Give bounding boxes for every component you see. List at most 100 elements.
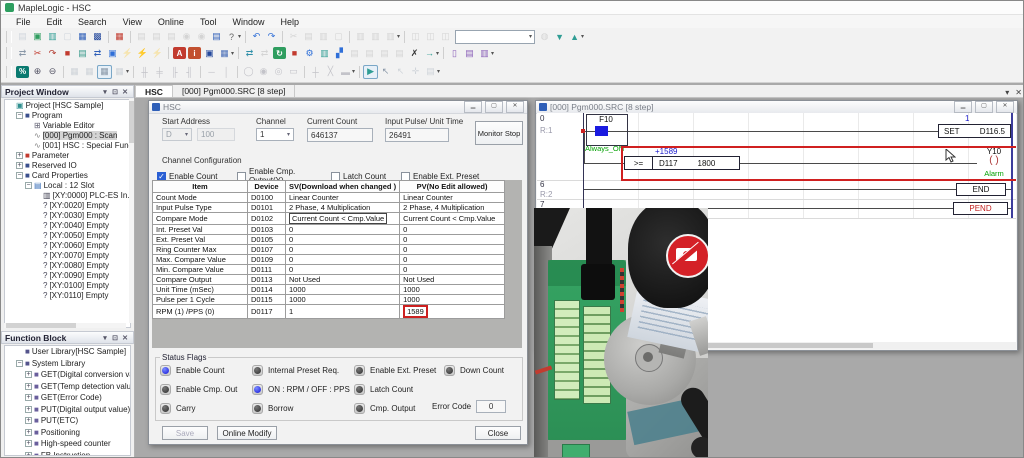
pan-icon[interactable]: ✛ bbox=[408, 65, 423, 79]
menu-online[interactable]: Online bbox=[151, 17, 191, 27]
tree-item-xy-0070-empty[interactable]: ?[XY:0070] Empty bbox=[5, 250, 130, 260]
contact-energized-indicator[interactable] bbox=[595, 126, 608, 136]
used-device-icon[interactable]: ◫ bbox=[438, 30, 453, 44]
cell-item[interactable]: Input Pulse Type bbox=[153, 203, 248, 213]
coil-set-icon[interactable]: ◉ bbox=[256, 65, 271, 79]
next-view-icon[interactable]: ◉ bbox=[194, 30, 209, 44]
tree-item-get-temp-detection-value[interactable]: +■GET(Temp detection value) bbox=[5, 381, 130, 393]
cell-sv[interactable]: 0 bbox=[286, 265, 400, 275]
module-grid-icon[interactable]: ▦ bbox=[112, 30, 127, 44]
tab-list-dropdown-icon[interactable]: ▾ bbox=[1002, 88, 1012, 97]
tree-item-high-speed-counter[interactable]: +■High-speed counter bbox=[5, 438, 130, 450]
tree-item-local-12-slot[interactable]: −▤Local : 12 Slot bbox=[5, 180, 130, 190]
cell-sv[interactable]: Linear Counter bbox=[286, 193, 400, 203]
cell-device[interactable]: D0102 bbox=[248, 213, 286, 225]
tree-item-xy-0080-empty[interactable]: ?[XY:0080] Empty bbox=[5, 260, 130, 270]
set-instruction-block[interactable]: SETD116.5 bbox=[938, 124, 1011, 138]
tree-item-xy-0110-empty[interactable]: ?[XY:0110] Empty bbox=[5, 290, 130, 300]
coil-reset-icon[interactable]: ◎ bbox=[271, 65, 286, 79]
info-log-icon[interactable]: i bbox=[188, 47, 201, 59]
cell-device[interactable]: D0105 bbox=[248, 235, 286, 245]
expand-icon[interactable]: + bbox=[25, 440, 32, 447]
properties-icon[interactable]: ▣ bbox=[202, 46, 217, 60]
tree-item-reserved-io[interactable]: +■Reserved IO bbox=[5, 160, 130, 170]
menu-help[interactable]: Help bbox=[273, 17, 306, 27]
doc1-icon[interactable]: ▤ bbox=[347, 46, 362, 60]
tree-item-user-library-hsc-sample[interactable]: ■User Library[HSC Sample] bbox=[5, 346, 130, 358]
zoom-in-icon[interactable]: ⊕ bbox=[30, 65, 45, 79]
panel-dropdown-icon[interactable]: ▾ bbox=[100, 88, 110, 96]
collapse-icon[interactable]: − bbox=[25, 182, 32, 189]
tree-item-system-library[interactable]: −■System Library bbox=[5, 358, 130, 370]
hsc-dialog-titlebar[interactable]: HSC ▁ ▢ ✕ bbox=[149, 101, 527, 114]
current-count-value[interactable]: 646137 bbox=[307, 128, 373, 142]
close-all-icon[interactable]: ✗ bbox=[407, 46, 422, 60]
cell-device[interactable]: D0107 bbox=[248, 245, 286, 255]
import-icon[interactable]: ▤ bbox=[134, 30, 149, 44]
menu-file[interactable]: File bbox=[9, 17, 38, 27]
cell-item[interactable]: Count Mode bbox=[153, 193, 248, 203]
cell-device[interactable]: D0103 bbox=[248, 225, 286, 235]
doc2-icon[interactable]: ▤ bbox=[362, 46, 377, 60]
contact-rise-icon[interactable]: ╟ bbox=[167, 65, 182, 79]
cell-device[interactable]: D0117 bbox=[248, 305, 286, 319]
tree-item-xy-0050-empty[interactable]: ?[XY:0050] Empty bbox=[5, 230, 130, 240]
save-icon[interactable]: ▦ bbox=[75, 30, 90, 44]
maximize-icon[interactable]: ▢ bbox=[485, 101, 503, 113]
tree-item-program[interactable]: −■Program bbox=[5, 110, 130, 120]
monitor-value-icon[interactable]: % bbox=[16, 66, 29, 78]
rebuild-icon[interactable]: ↷ bbox=[45, 46, 60, 60]
panel-pin-icon[interactable]: ⊡ bbox=[110, 334, 120, 342]
cell-device[interactable]: D0101 bbox=[248, 203, 286, 213]
pointer-icon[interactable]: ↖ bbox=[378, 65, 393, 79]
delete-icon[interactable]: ▢ bbox=[331, 30, 346, 44]
tree-item-xy-0030-empty[interactable]: ?[XY:0030] Empty bbox=[5, 210, 130, 220]
doc4-icon[interactable]: ▤ bbox=[392, 46, 407, 60]
panel-close-icon[interactable]: ✕ bbox=[120, 334, 130, 342]
expand-icon[interactable]: + bbox=[25, 417, 32, 424]
close-project-icon[interactable]: ▢ bbox=[60, 30, 75, 44]
tree-item-xy-0040-empty[interactable]: ?[XY:0040] Empty bbox=[5, 220, 130, 230]
panel-pin-icon[interactable]: ⊡ bbox=[110, 88, 120, 96]
grid-view2-icon[interactable]: ▦ bbox=[82, 65, 97, 79]
cell-item[interactable]: Int. Preset Val bbox=[153, 225, 248, 235]
cell-item[interactable]: Pulse per 1 Cycle bbox=[153, 295, 248, 305]
cell-item[interactable]: RPM (1) /PPS (0) bbox=[153, 305, 248, 319]
tree-item-variable-editor[interactable]: ⊞Variable Editor bbox=[5, 120, 130, 130]
cell-item[interactable]: Min. Compare Value bbox=[153, 265, 248, 275]
collapse-icon[interactable]: − bbox=[16, 360, 23, 367]
tab-000-pgm000-src-8-step[interactable]: [000] Pgm000.SRC [8 step] bbox=[173, 85, 295, 97]
module-config-icon[interactable]: ■ bbox=[60, 46, 75, 60]
minimize-icon[interactable]: ▁ bbox=[954, 101, 972, 113]
tree-item-000-pgm000-scan[interactable]: ∿[000] Pgm000 : Scan bbox=[5, 130, 130, 140]
tree-item-card-properties[interactable]: −■Card Properties bbox=[5, 170, 130, 180]
restore-icon[interactable]: ▥ bbox=[477, 46, 492, 60]
run-idle-icon[interactable]: ⚡ bbox=[120, 46, 135, 60]
minimize-icon[interactable]: ▁ bbox=[464, 101, 482, 113]
cell-sv[interactable]: 0 bbox=[286, 225, 400, 235]
menu-window[interactable]: Window bbox=[225, 17, 271, 27]
device-list-icon[interactable]: ◫ bbox=[423, 30, 438, 44]
cell-item[interactable]: Max. Compare Value bbox=[153, 255, 248, 265]
close-button[interactable]: Close bbox=[475, 426, 521, 440]
cross-reference-icon[interactable]: ◫ bbox=[408, 30, 423, 44]
expand-icon[interactable]: + bbox=[25, 394, 32, 401]
trend-chart-icon[interactable]: ▞ bbox=[332, 46, 347, 60]
cell-device[interactable]: D0111 bbox=[248, 265, 286, 275]
error-log-icon[interactable]: A bbox=[173, 47, 186, 59]
settings-gear-icon[interactable]: ⚙ bbox=[302, 46, 317, 60]
tree-item-001-hsc-special-funct[interactable]: ∿[001] HSC : Special Funct bbox=[5, 140, 130, 150]
save-button[interactable]: Save bbox=[162, 426, 208, 440]
save-all-icon[interactable]: ▩ bbox=[90, 30, 105, 44]
panel-close-icon[interactable]: ✕ bbox=[120, 88, 130, 96]
cell-sv[interactable]: 0 bbox=[286, 255, 400, 265]
redo-icon[interactable]: ↷ bbox=[264, 30, 279, 44]
function-block-icon[interactable]: ▭ bbox=[286, 65, 301, 79]
project-tree-vscrollbar[interactable] bbox=[129, 99, 134, 323]
expand-icon[interactable]: + bbox=[16, 152, 23, 159]
close-icon[interactable]: ✕ bbox=[506, 101, 524, 113]
doc-copy-icon[interactable]: ▤ bbox=[75, 46, 90, 60]
start-address-device-select[interactable]: D▾ bbox=[162, 128, 192, 141]
zoom-out-icon[interactable]: ⊖ bbox=[45, 65, 60, 79]
cell-item[interactable]: Ext. Preset Val bbox=[153, 235, 248, 245]
